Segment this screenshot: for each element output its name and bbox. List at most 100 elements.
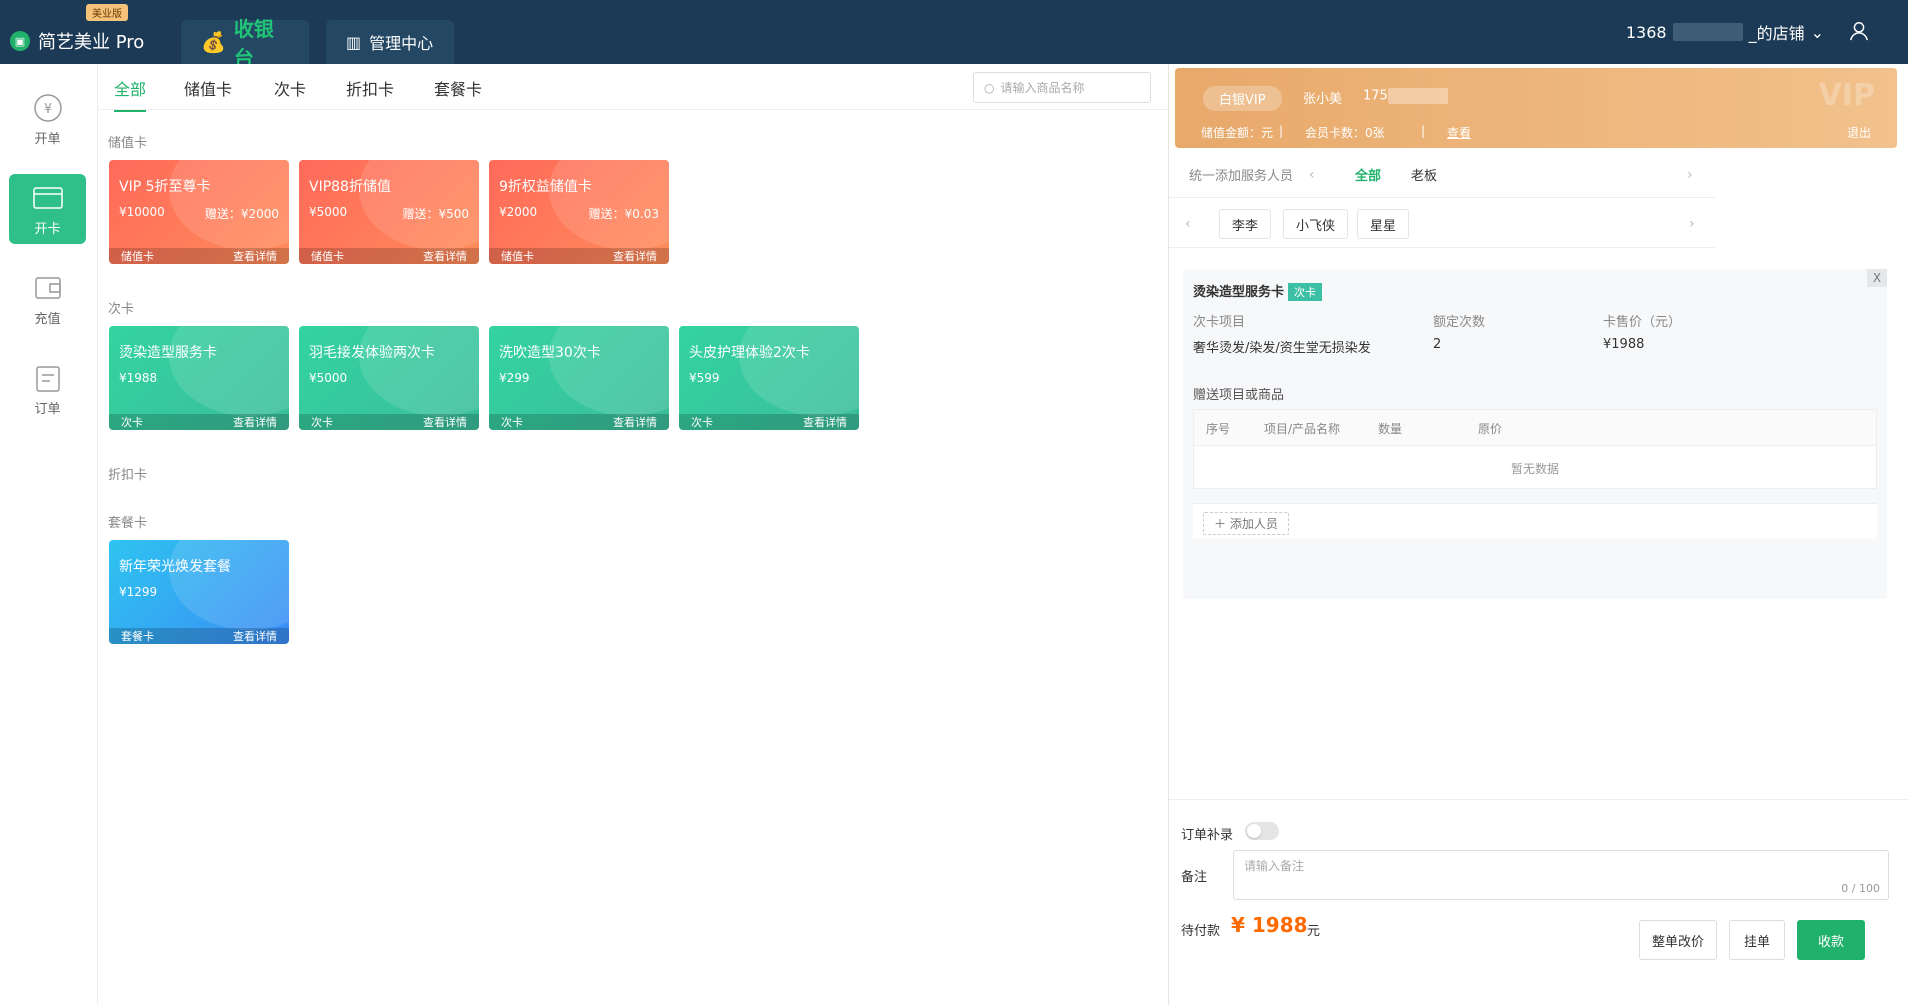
tab-management[interactable]: ▥ 管理中心 [326, 20, 454, 64]
app-logo: ▣ 简艺美业 Pro [10, 28, 144, 54]
card-item[interactable]: 羽毛接发体验两次卡 ¥5000 次卡 查看详情 [299, 326, 479, 430]
search-input[interactable]: ○ 请输入商品名称 [973, 72, 1151, 103]
tab-management-label: 管理中心 [369, 34, 434, 53]
user-icon[interactable] [1848, 20, 1870, 42]
staff-chip[interactable]: 李李 [1219, 209, 1272, 239]
staff-tab-boss[interactable]: 老板 [1411, 165, 1437, 184]
card-price: ¥599 [689, 371, 720, 385]
card-item[interactable]: 9折权益储值卡 ¥2000 赠送：¥0.03 储值卡 查看详情 [489, 160, 669, 264]
chevron-left-icon[interactable]: ‹ [1309, 167, 1315, 183]
card-item[interactable]: 洗吹造型30次卡 ¥299 次卡 查看详情 [489, 326, 669, 430]
member-view-link[interactable]: 查看 [1447, 124, 1471, 141]
gift-col-header: 数量 [1378, 422, 1403, 436]
card-detail-link[interactable]: 查看详情 [423, 248, 467, 264]
close-icon[interactable]: X [1867, 269, 1887, 287]
card-decoration [549, 326, 669, 416]
app-name: 简艺美业 Pro [38, 32, 145, 53]
section-title-stored: 储值卡 [108, 136, 148, 151]
card-price: ¥5000 [309, 371, 348, 385]
card-decoration [169, 540, 289, 630]
gift-col-header: 序号 [1206, 422, 1231, 436]
card-item[interactable]: 烫染造型服务卡 ¥1988 次卡 查看详情 [109, 326, 289, 430]
tab-discount-card[interactable]: 折扣卡 [346, 76, 394, 110]
supplement-label: 订单补录 [1181, 828, 1234, 843]
detail-header: 卡售价（元） [1603, 315, 1682, 330]
masked-text [1387, 88, 1448, 104]
search-icon: ○ [984, 80, 995, 95]
detail-header: 次卡项目 [1193, 315, 1246, 330]
tab-package-card[interactable]: 套餐卡 [434, 76, 482, 110]
tab-all[interactable]: 全部 [114, 76, 147, 112]
nav-label: 充值 [34, 311, 61, 327]
store-switcher[interactable]: 1368 _的店铺 ⌄ [1626, 20, 1824, 44]
chart-icon: ▥ [346, 32, 362, 52]
add-person-row: ＋ 添加人员 [1193, 503, 1877, 539]
card-name: 洗吹造型30次卡 [499, 345, 601, 361]
tab-times-card[interactable]: 次卡 [274, 76, 306, 110]
card-item[interactable]: VIP88折储值 ¥5000 赠送：¥500 储值卡 查看详情 [299, 160, 479, 264]
staff-tab-all[interactable]: 全部 [1355, 165, 1381, 184]
card-price: ¥299 [499, 371, 530, 385]
chevron-left-icon[interactable]: ‹ [1185, 216, 1191, 232]
staff-chip[interactable]: 小飞侠 [1283, 209, 1349, 239]
remark-counter: 0 / 100 [1841, 882, 1880, 895]
gift-col-header: 原价 [1478, 422, 1503, 436]
gift-col-header: 项目/产品名称 [1264, 422, 1341, 436]
card-price: ¥10000 [119, 205, 165, 219]
card-type: 次卡 [121, 416, 143, 429]
card-decoration [739, 326, 859, 416]
nav-open-card[interactable]: 开卡 [9, 174, 86, 244]
section-title-package: 套餐卡 [108, 516, 148, 531]
card-footer: 次卡 查看详情 [489, 414, 669, 430]
remark-input[interactable] [1234, 851, 1888, 899]
app-logo-icon: ▣ [10, 31, 30, 51]
nav-orders[interactable]: 订单 [9, 354, 86, 424]
nav-recharge[interactable]: 充值 [9, 264, 86, 334]
svg-text:¥: ¥ [43, 102, 51, 117]
card-decoration [169, 326, 289, 416]
card-price: ¥1299 [119, 585, 158, 599]
card-detail-link[interactable]: 查看详情 [233, 628, 277, 644]
pending-amount: ¥ 1988 [1231, 913, 1308, 937]
tab-cashier-label: 收银台 [233, 17, 274, 70]
chevron-right-icon[interactable]: › [1689, 216, 1695, 232]
card-name: 烫染造型服务卡 [119, 345, 217, 361]
staff-list-row: ‹ 李李 小飞侠 星星 › [1169, 200, 1715, 248]
search-placeholder: 请输入商品名称 [1000, 81, 1085, 95]
card-detail-link[interactable]: 查看详情 [423, 414, 467, 430]
empty-state: 暂无数据 [1510, 462, 1559, 476]
card-detail-link[interactable]: 查看详情 [233, 414, 277, 430]
card-detail-link[interactable]: 查看详情 [613, 414, 657, 430]
card-name: 头皮护理体验2次卡 [689, 345, 810, 361]
detail-tag: 次卡 [1288, 283, 1323, 301]
card-detail-link[interactable]: 查看详情 [613, 248, 657, 264]
add-person-button[interactable]: ＋ 添加人员 [1203, 512, 1289, 535]
logout-button[interactable]: 退出 [1847, 124, 1871, 141]
hold-order-button[interactable]: 挂单 [1729, 920, 1785, 960]
staff-chip[interactable]: 星星 [1357, 209, 1410, 239]
detail-title-text: 烫染造型服务卡 [1193, 285, 1285, 300]
card-footer: 次卡 查看详情 [109, 414, 289, 430]
card-item[interactable]: VIP 5折至尊卡 ¥10000 赠送：¥2000 储值卡 查看详情 [109, 160, 289, 264]
staff-filter-row: 统一添加服务人员 ‹ 全部 老板 › [1169, 152, 1715, 198]
member-name: 张小美 [1303, 92, 1343, 107]
tab-stored-value[interactable]: 储值卡 [184, 76, 232, 110]
product-panel: 全部 储值卡 次卡 折扣卡 套餐卡 ○ 请输入商品名称 储值卡 VIP 5折至尊… [98, 64, 1168, 1005]
pending-label: 待付款 [1181, 924, 1221, 939]
tab-cashier[interactable]: 💰 收银台 [181, 17, 309, 70]
card-footer: 储值卡 查看详情 [299, 248, 479, 264]
nav-open-order[interactable]: ¥ 开单 [9, 84, 86, 154]
card-price: ¥1988 [119, 371, 158, 385]
card-detail-link[interactable]: 查看详情 [233, 248, 277, 264]
card-detail-link[interactable]: 查看详情 [803, 414, 847, 430]
card-name: 9折权益储值卡 [499, 179, 592, 195]
card-item[interactable]: 头皮护理体验2次卡 ¥599 次卡 查看详情 [679, 326, 859, 430]
detail-value: 2 [1433, 337, 1442, 352]
card-item[interactable]: 新年荣光焕发套餐 ¥1299 套餐卡 查看详情 [109, 540, 289, 644]
gift-table: 序号 项目/产品名称 数量 原价 暂无数据 [1193, 409, 1877, 489]
chevron-right-icon[interactable]: › [1687, 167, 1693, 183]
supplement-toggle[interactable] [1245, 822, 1279, 840]
checkout-button[interactable]: 收款 [1797, 920, 1865, 960]
masked-text [1672, 23, 1743, 41]
reprice-button[interactable]: 整单改价 [1639, 920, 1717, 960]
